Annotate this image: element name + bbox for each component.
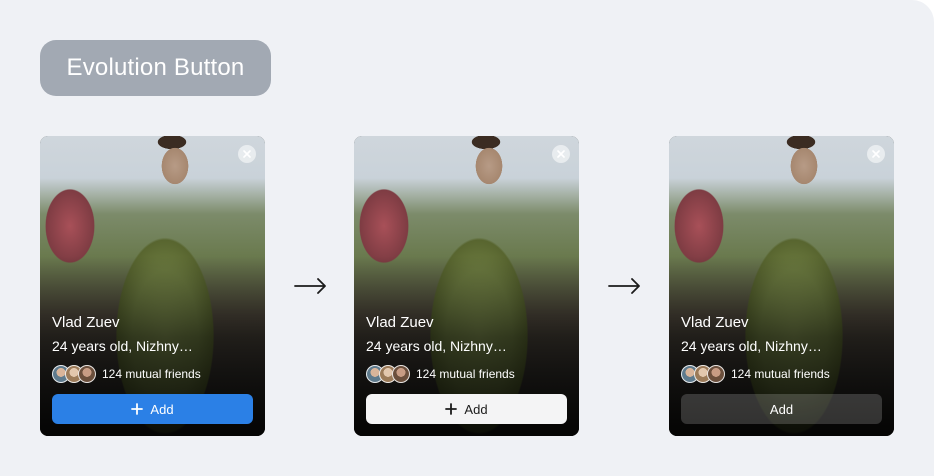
canvas-board: Evolution Button Vlad Zuev 24 years old,… <box>0 0 934 476</box>
arrow-right-icon <box>608 278 640 294</box>
plus-icon <box>131 403 144 415</box>
mutual-friends-text: 124 mutual friends <box>416 367 515 381</box>
mutual-friends: 124 mutual friends <box>52 365 201 383</box>
add-button-label: Add <box>150 401 174 417</box>
arrow-right-icon <box>294 278 326 294</box>
avatar <box>78 365 96 383</box>
mutual-avatars <box>366 365 410 383</box>
friend-name: Vlad Zuev <box>366 314 434 331</box>
friend-name: Vlad Zuev <box>52 314 120 331</box>
friend-info: 24 years old, Nizhny… <box>681 338 822 354</box>
friend-card-white: Vlad Zuev 24 years old, Nizhny… 124 mutu… <box>354 136 579 436</box>
friend-info: 24 years old, Nizhny… <box>52 338 193 354</box>
profile-photo <box>669 136 894 436</box>
title-chip: Evolution Button <box>40 40 271 96</box>
close-icon[interactable] <box>238 145 256 163</box>
add-button-dark[interactable]: Add <box>681 394 882 424</box>
plus-icon <box>445 403 458 415</box>
friend-card-dark: Vlad Zuev 24 years old, Nizhny… 124 mutu… <box>669 136 894 436</box>
mutual-friends: 124 mutual friends <box>681 365 830 383</box>
profile-photo <box>40 136 265 436</box>
mutual-avatars <box>681 365 725 383</box>
friend-name: Vlad Zuev <box>681 314 749 331</box>
add-button-label: Add <box>769 401 794 417</box>
mutual-friends: 124 mutual friends <box>366 365 515 383</box>
friend-card-blue: Vlad Zuev 24 years old, Nizhny… 124 mutu… <box>40 136 265 436</box>
close-icon[interactable] <box>867 145 885 163</box>
add-button-blue[interactable]: Add <box>52 394 253 424</box>
avatar <box>707 365 725 383</box>
add-button-white[interactable]: Add <box>366 394 567 424</box>
mutual-friends-text: 124 mutual friends <box>731 367 830 381</box>
close-icon[interactable] <box>552 145 570 163</box>
mutual-friends-text: 124 mutual friends <box>102 367 201 381</box>
profile-photo <box>354 136 579 436</box>
mutual-avatars <box>52 365 96 383</box>
avatar <box>392 365 410 383</box>
add-button-label: Add <box>464 401 488 417</box>
friend-info: 24 years old, Nizhny… <box>366 338 507 354</box>
